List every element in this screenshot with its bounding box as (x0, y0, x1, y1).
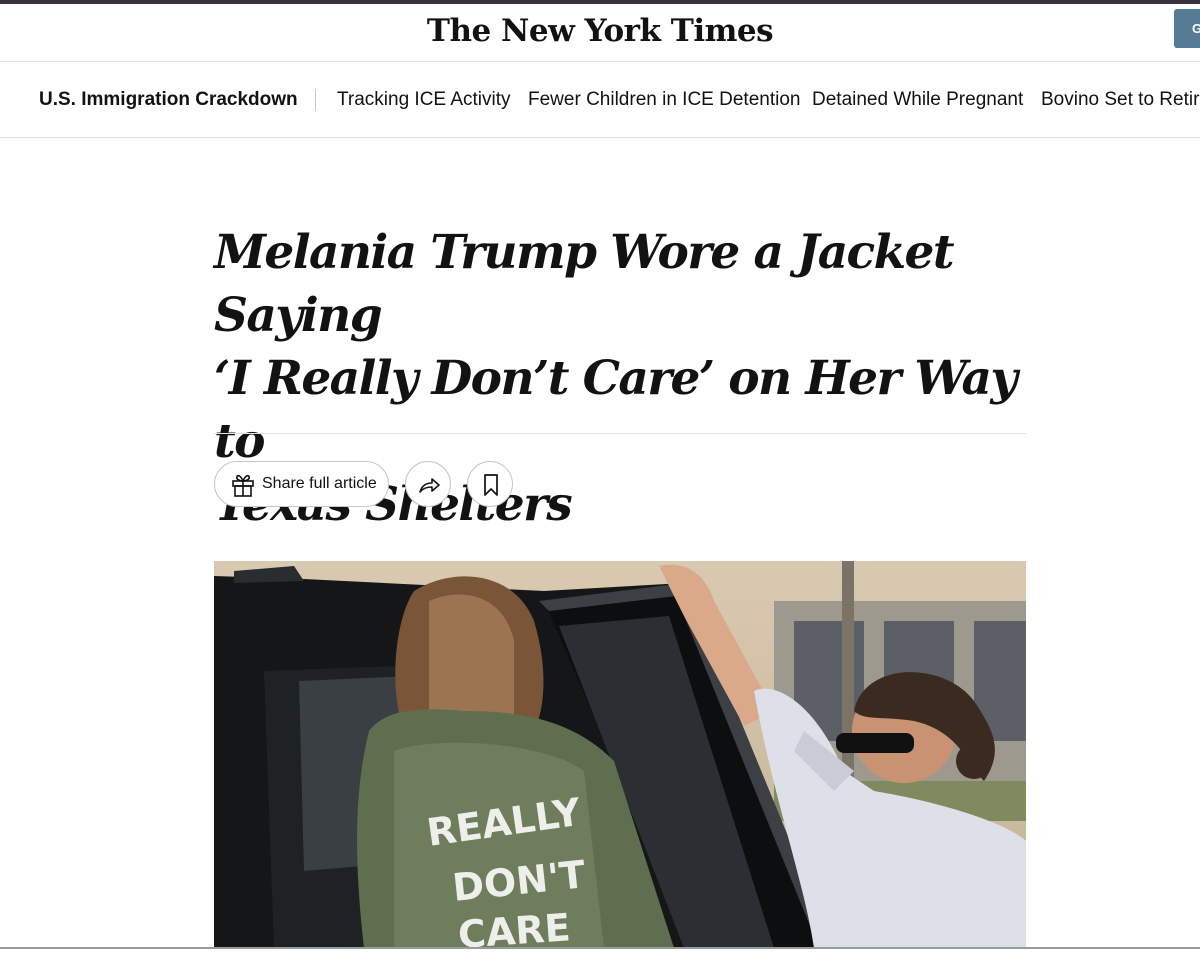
share-button[interactable] (405, 461, 451, 507)
subnav-link-fewer-children[interactable]: Fewer Children in ICE Detention (528, 89, 800, 111)
subnav-link-tracking-ice[interactable]: Tracking ICE Activity (337, 89, 511, 111)
bookmark-icon (484, 474, 498, 496)
share-button-label: Share full article (262, 475, 377, 492)
save-bookmark-button[interactable] (467, 461, 513, 507)
gift-icon (230, 472, 256, 503)
subnav-divider (315, 89, 316, 111)
header-action-button[interactable]: G (1174, 9, 1200, 48)
headline-line-1: Melania Trump Wore a Jacket Saying (214, 225, 955, 343)
svg-text:CARE: CARE (457, 905, 572, 948)
topic-subnav: U.S. Immigration Crackdown Tracking ICE … (0, 62, 1200, 138)
subnav-link-bovino-retire[interactable]: Bovino Set to Retire (1041, 89, 1200, 111)
headline-line-2: ‘I Really Don’t Care’ on Her Way to (214, 351, 1018, 469)
subnav-topic-title[interactable]: U.S. Immigration Crackdown (39, 89, 298, 111)
share-full-article-button[interactable]: Share full article (214, 461, 389, 507)
subnav-link-detained-pregnant[interactable]: Detained While Pregnant (812, 89, 1023, 111)
article-lead-photo: REALLY DON'T CARE (214, 561, 1026, 948)
headline-divider (214, 433, 1026, 434)
nyt-logo[interactable]: The New York Times (0, 13, 1200, 49)
masthead: The New York Times G (0, 4, 1200, 62)
viewport-bottom-edge (0, 947, 1200, 949)
share-arrow-icon (419, 478, 440, 493)
